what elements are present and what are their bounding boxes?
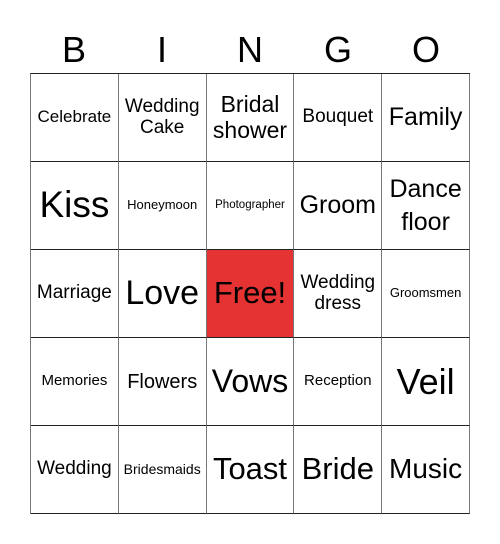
header-letter: B	[61, 29, 86, 70]
header-letter: G	[323, 29, 352, 70]
bingo-cell[interactable]: Groom	[294, 162, 383, 250]
header-letter: O	[411, 29, 440, 70]
bingo-cell[interactable]: Kiss	[31, 162, 119, 250]
bingo-grid: Celebrate Wedding Cake Bridal shower Bou…	[30, 73, 470, 514]
bingo-cell[interactable]: Marriage	[31, 250, 119, 338]
free-cell[interactable]: Free!	[206, 250, 295, 338]
bingo-cell[interactable]: Love	[118, 250, 207, 338]
bingo-cell[interactable]: Honeymoon	[118, 162, 207, 250]
bingo-cell[interactable]: Bridal shower	[206, 74, 295, 162]
header-letter: N	[237, 29, 263, 70]
bingo-cell[interactable]: Bouquet	[294, 74, 383, 162]
bingo-cell[interactable]: Wedding Cake	[118, 74, 207, 162]
bingo-cell[interactable]: Memories	[31, 338, 119, 426]
bingo-cell[interactable]: Wedding dress	[294, 250, 383, 338]
bingo-cell[interactable]: Toast	[206, 426, 295, 514]
bingo-cell[interactable]: Wedding	[31, 426, 119, 514]
bingo-cell[interactable]: Vows	[206, 338, 295, 426]
header-letter: I	[156, 29, 167, 70]
bingo-cell[interactable]: Music	[382, 426, 470, 514]
bingo-cell[interactable]: Veil	[382, 338, 470, 426]
bingo-cell[interactable]: Bridesmaids	[118, 426, 207, 514]
bingo-cell[interactable]: Family	[382, 74, 470, 162]
bingo-cell[interactable]: Photographer	[206, 162, 295, 250]
bingo-cell[interactable]: Reception	[294, 338, 383, 426]
bingo-cell[interactable]: Celebrate	[31, 74, 119, 162]
bingo-header: B I N G O	[30, 28, 470, 72]
bingo-cell[interactable]: Bride	[294, 426, 383, 514]
bingo-cell[interactable]: Groomsmen	[382, 250, 470, 338]
bingo-cell[interactable]: Dance floor	[382, 162, 470, 250]
bingo-cell[interactable]: Flowers	[118, 338, 207, 426]
